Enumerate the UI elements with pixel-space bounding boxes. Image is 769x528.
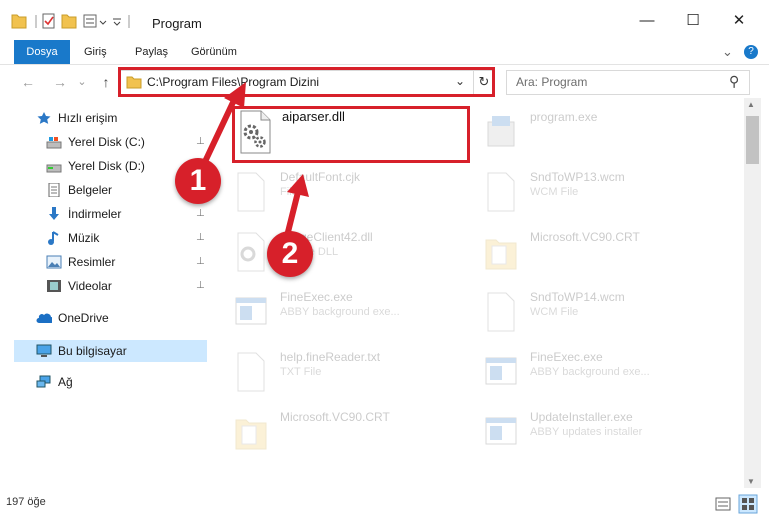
step-badge-2: 2 [267, 231, 313, 277]
step-badge-1: 1 [175, 158, 221, 204]
annotation-arrows [199, 82, 309, 241]
arrow-1-icon [199, 82, 246, 170]
